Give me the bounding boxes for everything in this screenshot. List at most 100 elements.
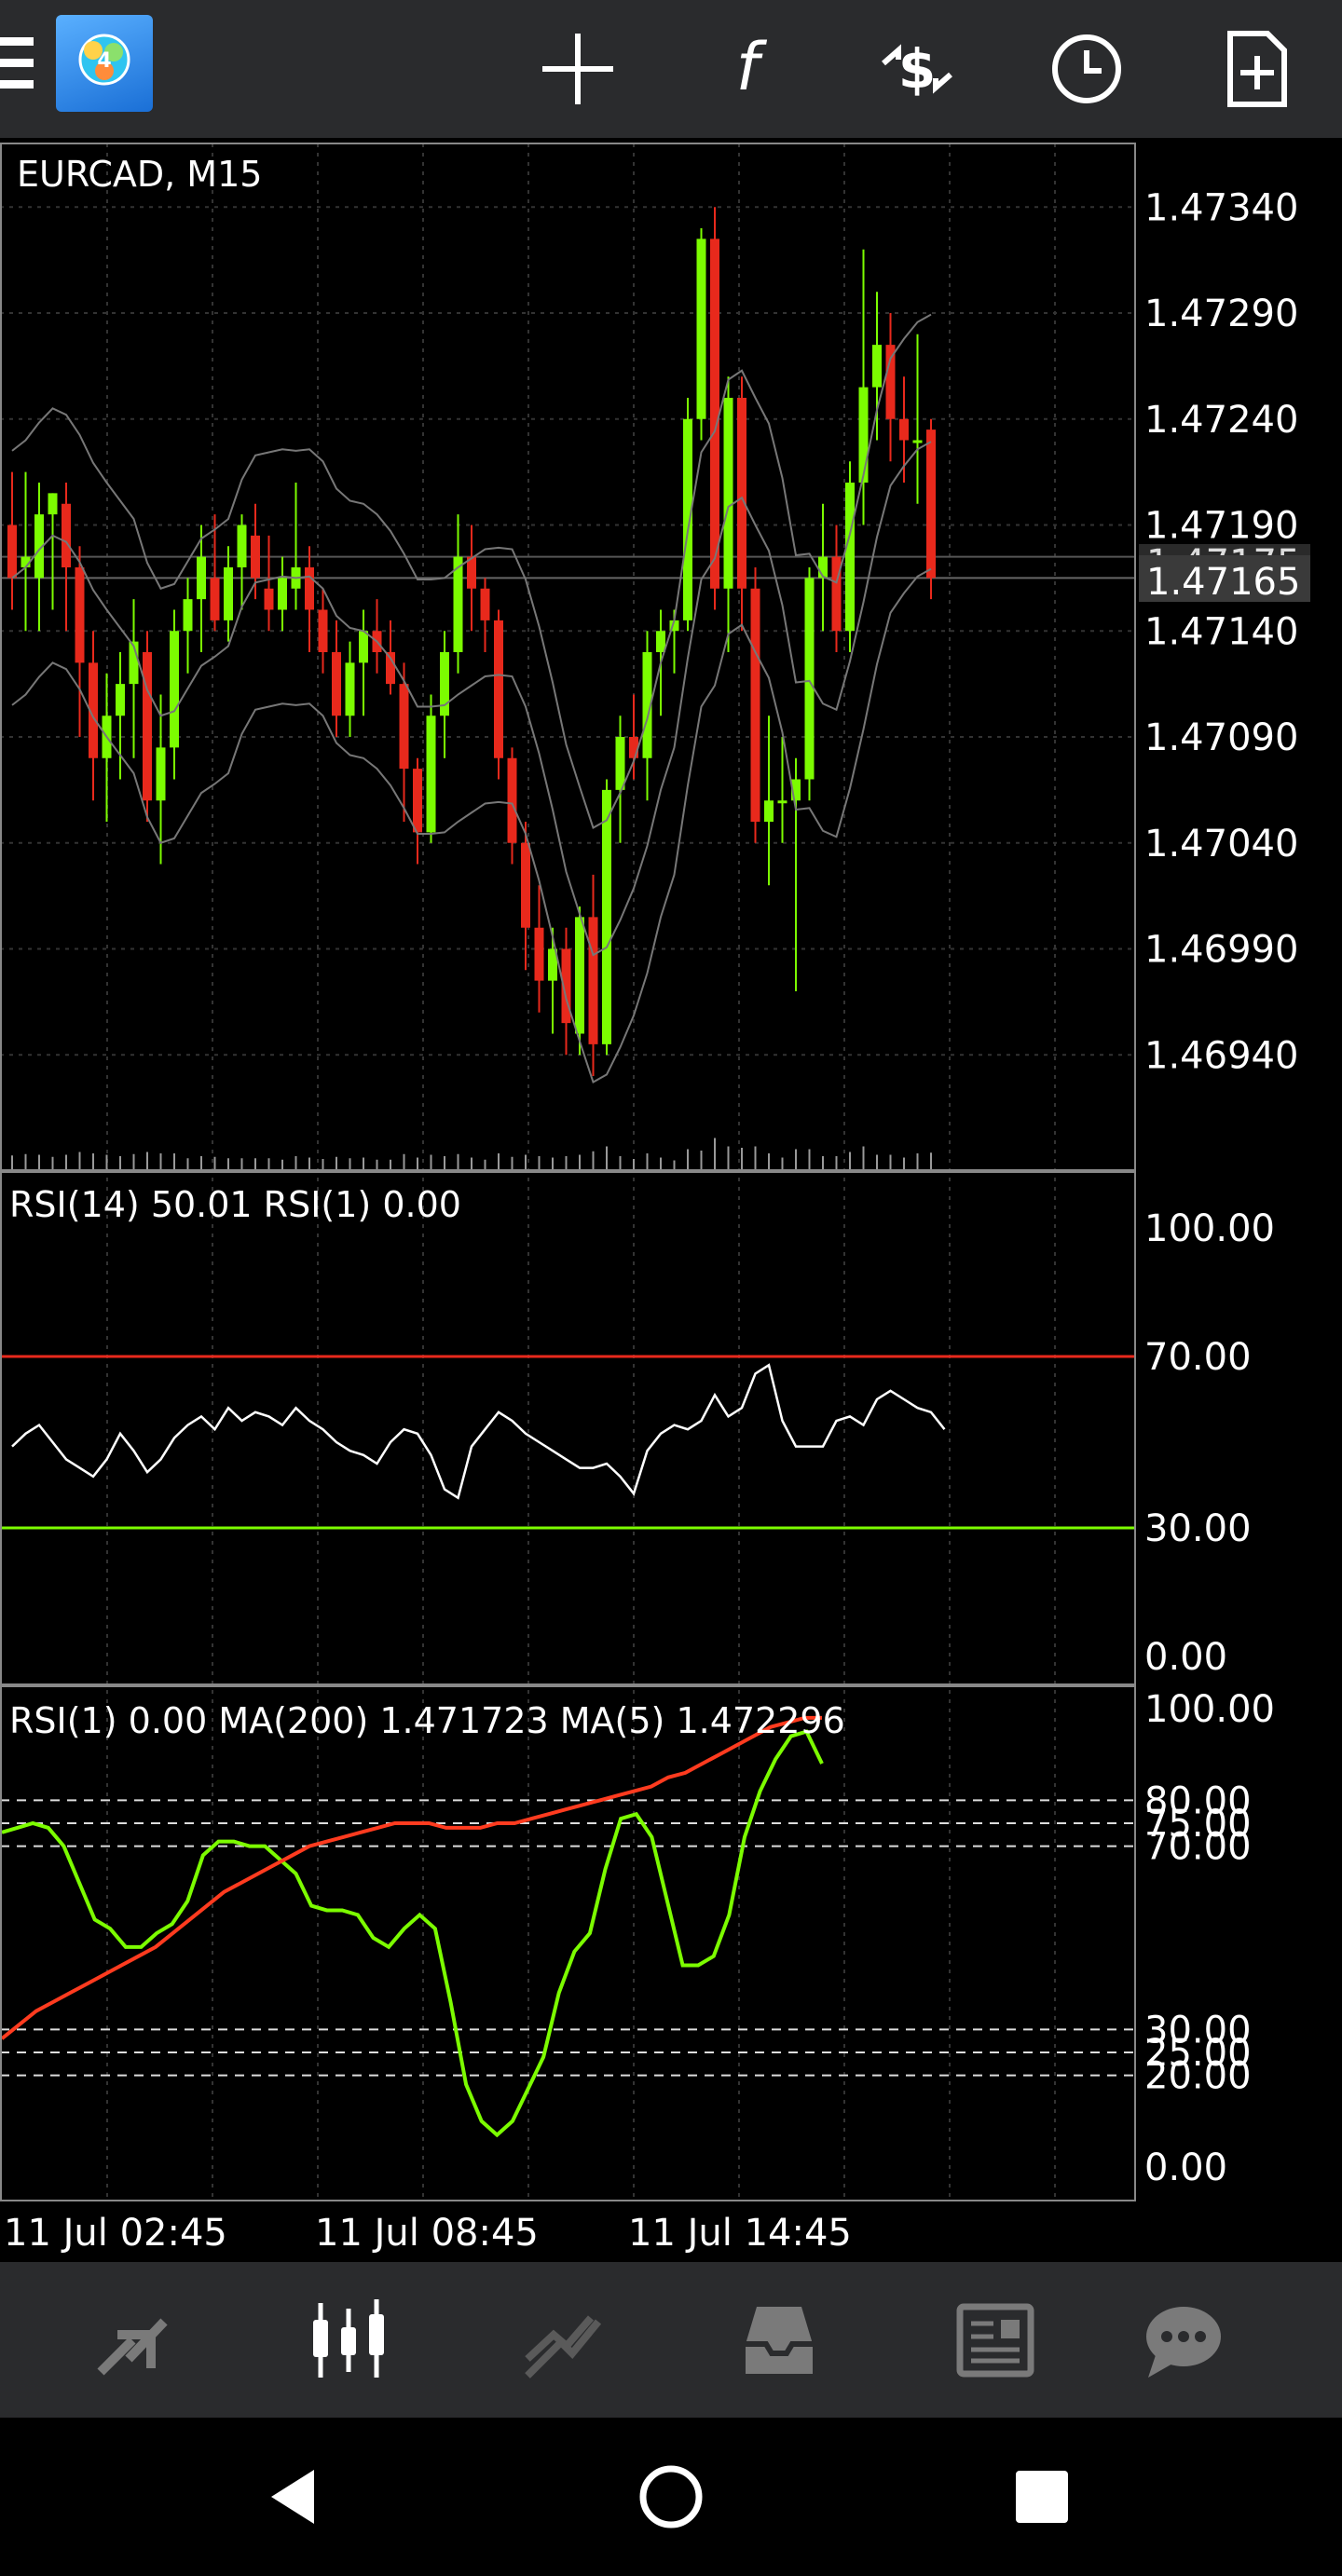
price-tick-label: 1.46940 bbox=[1144, 1034, 1298, 1077]
candle-body bbox=[507, 757, 517, 843]
ma-panel-label: RSI(1) 0.00 MA(200) 1.471723 MA(5) 1.472… bbox=[9, 1700, 845, 1741]
candle-body bbox=[777, 800, 787, 804]
trade-icon[interactable]: $ bbox=[870, 22, 964, 116]
candle-body bbox=[359, 631, 368, 663]
candle-body bbox=[494, 620, 503, 758]
candle-body bbox=[480, 588, 490, 620]
candle-body bbox=[885, 345, 896, 419]
candle-body bbox=[750, 588, 760, 822]
svg-text:f: f bbox=[736, 29, 768, 105]
candle-body bbox=[723, 398, 733, 589]
news-icon[interactable] bbox=[911, 2281, 1079, 2399]
candle-body bbox=[872, 345, 882, 388]
price-tick-label: 1.47240 bbox=[1144, 399, 1298, 442]
candle-body bbox=[48, 493, 58, 515]
ma-axis: 100.0080.0075.0070.0030.0025.0020.000.00 bbox=[1144, 1688, 1275, 2189]
candle-body bbox=[399, 684, 409, 770]
candle-body bbox=[615, 737, 625, 790]
candle-body bbox=[926, 429, 936, 579]
crosshair-icon[interactable] bbox=[531, 22, 624, 116]
candle-body bbox=[656, 631, 665, 652]
chart-area[interactable]: EURCAD, M15 RSI(14) 50.01 RSI(1) 0.00 RS… bbox=[0, 138, 1342, 2262]
top-toolbar: 4 f $ bbox=[0, 0, 1342, 138]
candle-body bbox=[575, 917, 584, 1034]
time-label: 11 Jul 02:45 bbox=[4, 2212, 227, 2255]
symbol-title: EURCAD, M15 bbox=[17, 154, 262, 195]
app-logo[interactable]: 4 bbox=[56, 15, 153, 112]
ma-tick-label: 20.00 bbox=[1144, 2055, 1252, 2098]
candle-body bbox=[602, 789, 611, 1044]
ma-series-path bbox=[0, 1715, 822, 2040]
rsi-tick-label: 0.00 bbox=[1144, 1636, 1227, 1679]
candle-body bbox=[912, 440, 923, 443]
candle-series bbox=[7, 207, 936, 1084]
recents-icon[interactable] bbox=[995, 2450, 1089, 2543]
function-icon[interactable]: f bbox=[701, 22, 794, 116]
rsi-tick-label: 30.00 bbox=[1144, 1507, 1252, 1550]
panel-frame bbox=[0, 1685, 1136, 2201]
candle-body bbox=[426, 716, 436, 833]
price-tick-label: 1.47340 bbox=[1144, 186, 1298, 229]
band-line bbox=[11, 567, 932, 1084]
volume-bars bbox=[11, 1138, 932, 1170]
chart-icon[interactable] bbox=[265, 2281, 432, 2399]
new-document-icon[interactable] bbox=[1210, 22, 1303, 116]
candle-body bbox=[696, 239, 706, 419]
back-icon[interactable] bbox=[248, 2450, 341, 2543]
home-icon[interactable] bbox=[624, 2450, 718, 2543]
bottom-tab-bar bbox=[0, 2262, 1342, 2418]
rsi-tick-label: 70.00 bbox=[1144, 1336, 1252, 1379]
candle-body bbox=[62, 503, 71, 567]
candle-body bbox=[170, 631, 179, 748]
candle-body bbox=[210, 578, 220, 620]
candle-body bbox=[413, 769, 422, 833]
candle-body bbox=[332, 652, 341, 716]
candle-body bbox=[683, 418, 692, 620]
candle-body bbox=[237, 525, 247, 567]
menu-icon[interactable] bbox=[0, 37, 34, 93]
candle-body bbox=[737, 398, 746, 589]
rsi-tick-label: 100.00 bbox=[1144, 1207, 1275, 1250]
candle-body bbox=[345, 662, 355, 716]
candle-body bbox=[804, 578, 815, 780]
candle-body bbox=[764, 800, 774, 822]
candle-body bbox=[197, 556, 206, 600]
candle-body bbox=[588, 917, 598, 1044]
time-axis: 11 Jul 02:45 11 Jul 08:45 11 Jul 14:45 bbox=[4, 2212, 852, 2255]
candle-body bbox=[318, 609, 328, 652]
price-tick-label: 1.47040 bbox=[1144, 823, 1298, 865]
panel-frames bbox=[0, 143, 1136, 2201]
candle-body bbox=[75, 567, 85, 663]
trade-icon[interactable] bbox=[479, 2281, 647, 2399]
history-icon[interactable] bbox=[695, 2281, 863, 2399]
price-tick-label: 1.47140 bbox=[1144, 610, 1298, 653]
candle-body bbox=[143, 652, 152, 801]
candle-body bbox=[156, 747, 166, 801]
ma-tick-label: 70.00 bbox=[1144, 1826, 1252, 1869]
price-tick-label: 1.47290 bbox=[1144, 293, 1298, 335]
rsi14-path bbox=[11, 1363, 946, 1500]
clock-icon[interactable] bbox=[1040, 22, 1133, 116]
price-tag-current: 1.47165 bbox=[1146, 561, 1300, 604]
chat-icon[interactable] bbox=[1098, 2281, 1266, 2399]
candle-body bbox=[264, 588, 274, 610]
candle-body bbox=[899, 418, 909, 441]
quotes-icon[interactable] bbox=[48, 2281, 216, 2399]
price-tick-label: 1.47190 bbox=[1144, 505, 1298, 548]
candle-body bbox=[845, 483, 855, 632]
rsi14-line bbox=[11, 1363, 946, 1500]
candle-body bbox=[305, 567, 314, 610]
rsi-panel-label: RSI(14) 50.01 RSI(1) 0.00 bbox=[9, 1184, 461, 1225]
candle-body bbox=[183, 599, 193, 632]
price-tick-label: 1.47090 bbox=[1144, 716, 1298, 759]
rsi-ma-lines bbox=[0, 1715, 824, 2138]
candle-body bbox=[7, 525, 17, 579]
candle-body bbox=[534, 927, 544, 981]
candle-body bbox=[278, 578, 287, 610]
candle-body bbox=[629, 737, 638, 758]
candle-body bbox=[710, 239, 719, 589]
candle-body bbox=[251, 535, 260, 579]
price-tick-label: 1.46990 bbox=[1144, 929, 1298, 972]
ma-tick-label: 0.00 bbox=[1144, 2147, 1227, 2189]
svg-text:$: $ bbox=[898, 37, 936, 101]
